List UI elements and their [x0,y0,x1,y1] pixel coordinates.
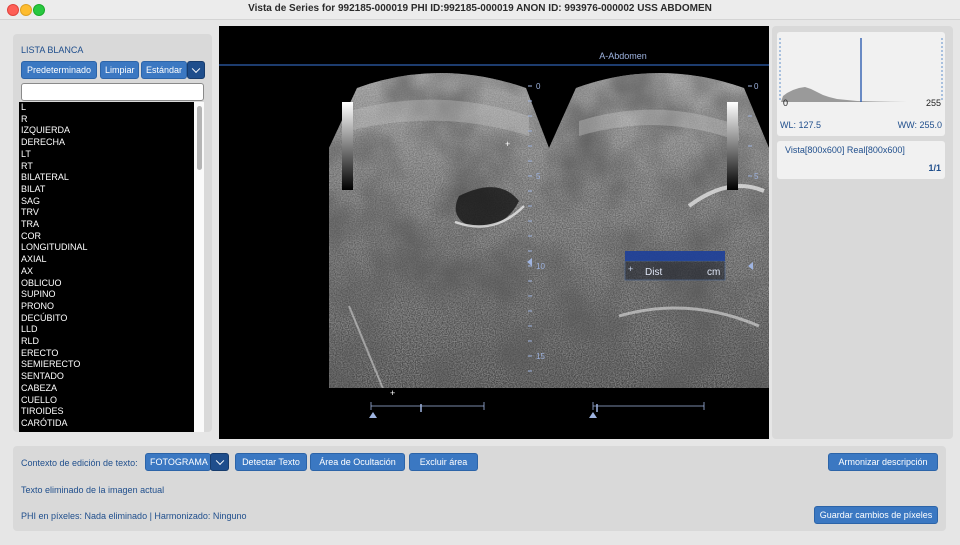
depth-label: 0 [536,82,541,91]
phi-status-label: PHI en píxeles: Nada eliminado | Harmoni… [21,511,247,521]
context-select[interactable]: FOTOGRAMA [145,453,211,471]
whitelist-item[interactable]: CARÓTIDA [19,418,194,430]
right-focus-scale [589,402,705,418]
histogram-plot[interactable] [777,32,945,112]
whitelist-item[interactable]: R [19,114,194,126]
whitelist-item[interactable]: SUPINO [19,289,194,301]
context-label: Contexto de edición de texto: [21,458,138,468]
left-grayscale-bar [342,102,353,190]
image-viewer[interactable]: A-Abdomen 0 5 10 15 0 5 + Dist cm + + [219,26,769,439]
whitelist-item[interactable]: BILAT [19,184,194,196]
caliper-marker-icon: + [390,388,395,398]
measurement-label: Dist [645,267,662,278]
whitelist-listbox[interactable]: L R IZQUIERDA DERECHA LT RT BILATERAL BILAT SAG T… [19,102,194,432]
whitelist-item[interactable]: LLD [19,324,194,336]
standard-dropdown-chevron-down-icon[interactable] [187,61,205,79]
clear-button[interactable]: Limpiar [100,61,139,79]
whitelist-item[interactable]: PRONO [19,301,194,313]
detect-text-button[interactable]: Detectar Texto [235,453,307,471]
measurement-cursor-icon: + [628,264,633,274]
depth-label: 15 [536,352,545,361]
whitelist-item[interactable]: TRA [19,219,194,231]
depth-label: 5 [536,172,541,181]
whitelist-item[interactable]: DERECHA [19,137,194,149]
whitelist-item[interactable]: OBLICUO [19,278,194,290]
whitelist-filter-input[interactable] [21,83,204,101]
view-dimensions-label: Vista[800x600] Real[800x600] [785,145,905,155]
whitelist-item[interactable]: SEMIERECTO [19,359,194,371]
default-button[interactable]: Predeterminado [21,61,97,79]
whitelist-item[interactable]: AXIAL [19,254,194,266]
left-ultrasound-sector [329,73,549,388]
exclude-area-button[interactable]: Excluir área [409,453,478,471]
whitelist-item[interactable]: COR [19,231,194,243]
whitelist-item[interactable]: DECÚBITO [19,313,194,325]
histogram-min-label: 0 [783,98,789,108]
frame-counter: 1/1 [928,163,941,173]
caliper-marker-icon: + [505,139,510,149]
measurement-overlay: + Dist cm [624,251,726,281]
view-info-box: Vista[800x600] Real[800x600] 1/1 [777,141,945,179]
standard-button[interactable]: Estándar [141,61,187,79]
image-header-label: A-Abdomen [599,51,647,61]
whitelist-item[interactable]: SENTADO [19,371,194,383]
measurement-unit: cm [707,267,720,278]
whitelist-item[interactable]: LONGITUDINAL [19,242,194,254]
window-width-label: WW: 255.0 [897,120,942,130]
harmonize-description-button[interactable]: Armonizar descripción [828,453,938,471]
whitelist-item[interactable]: BILATERAL [19,172,194,184]
whitelist-item[interactable]: SAG [19,196,194,208]
removed-text-label: Texto eliminado de la imagen actual [21,485,165,495]
window-title: Vista de Series for 992185-000019 PHI ID… [248,3,712,14]
window-level-label: WL: 127.5 [780,120,822,130]
whitelist-item[interactable]: IZQUIERDA [19,125,194,137]
whitelist-panel: LISTA BLANCA Predeterminado Limpiar Está… [13,34,212,432]
whitelist-title: LISTA BLANCA [21,45,84,55]
whitelist-item[interactable]: CUELLO [19,395,194,407]
whitelist-item[interactable]: TIROIDES [19,406,194,418]
whitelist-scrollbar[interactable] [194,102,204,432]
title-bar: Vista de Series for 992185-000019 PHI ID… [0,0,960,20]
whitelist-item[interactable]: LT [19,149,194,161]
hide-area-button[interactable]: Área de Ocultación [310,453,405,471]
right-grayscale-bar [727,102,738,190]
whitelist-item[interactable]: CABEZA [19,383,194,395]
depth-label: 5 [754,172,759,181]
left-focus-scale [369,402,485,418]
histogram-box[interactable]: 0 255 WL: 127.5 WW: 255.0 [777,32,945,136]
whitelist-item[interactable]: ERECTO [19,348,194,360]
histogram-max-label: 255 [925,98,941,108]
whitelist-item[interactable]: TRV [19,207,194,219]
ultrasound-image[interactable]: A-Abdomen 0 5 10 15 0 5 + Dist cm + + [219,26,769,439]
right-info-panel: 0 255 WL: 127.5 WW: 255.0 Vista[800x600]… [772,26,953,439]
context-dropdown-chevron-down-icon[interactable] [210,453,229,471]
whitelist-item[interactable]: RLD [19,336,194,348]
whitelist-item[interactable]: L [19,102,194,114]
bottom-control-panel: Contexto de edición de texto: FOTOGRAMA … [13,446,946,531]
save-pixel-changes-button[interactable]: Guardar cambios de píxeles [814,506,938,524]
whitelist-scroll-thumb[interactable] [197,106,202,170]
whitelist-item[interactable]: AX [19,266,194,278]
depth-label: 0 [754,82,759,91]
whitelist-item[interactable]: RT [19,161,194,173]
depth-label: 10 [536,262,545,271]
